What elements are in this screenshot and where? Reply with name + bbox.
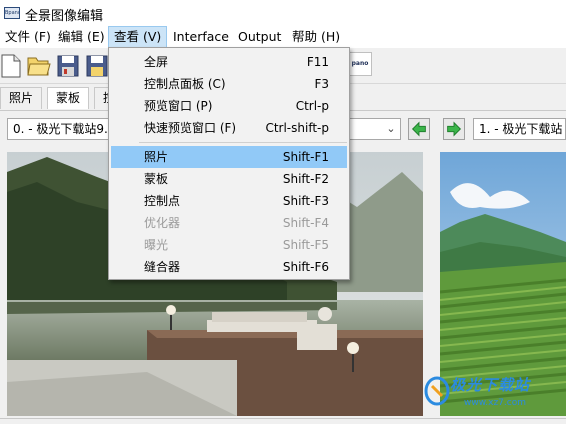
menu-item-exposure: 曝光 Shift-F5	[144, 238, 329, 252]
menu-item-control-point-panel[interactable]: 控制点面板 (C) F3	[111, 73, 347, 95]
menu-help[interactable]: 帮助 (H)	[287, 26, 345, 48]
menu-separator	[139, 142, 347, 143]
pano-logo: pano	[348, 52, 372, 76]
watermark: 极光下载站 www.xz7.com	[424, 372, 564, 416]
right-image-value: 1. - 极光下载站	[479, 122, 563, 136]
watermark-logo-icon	[424, 376, 450, 406]
panorama-app-icon: Bpano	[4, 7, 20, 19]
menu-item-optimizer: 优化器 Shift-F4	[144, 216, 329, 230]
menu-output[interactable]: Output	[233, 26, 286, 48]
menu-item-photos[interactable]: 照片 Shift-F1	[111, 146, 347, 168]
menu-item-mask[interactable]: 蒙板 Shift-F2	[111, 168, 347, 190]
view-menu-dropdown: 全屏 F11 控制点面板 (C) F3 预览窗口 (P) Ctrl-p 快速预览…	[108, 47, 350, 280]
right-image-select[interactable]: 1. - 极光下载站	[473, 118, 566, 140]
save-as-icon[interactable]	[84, 53, 110, 79]
tab-mask[interactable]: 蒙板	[47, 87, 90, 109]
menu-item-control-points[interactable]: 控制点 Shift-F3	[111, 190, 347, 212]
left-image-value: 0. - 极光下载站9.	[13, 122, 108, 136]
arrow-left-icon[interactable]	[408, 118, 430, 140]
window-title: 全景图像编辑	[25, 9, 104, 24]
menu-item-fast-preview-window[interactable]: 快速预览窗口 (F) Ctrl-shift-p	[111, 117, 347, 139]
menu-view[interactable]: 查看 (V)	[108, 26, 168, 48]
chevron-down-icon[interactable]: ⌄	[382, 119, 400, 139]
menu-interface[interactable]: Interface	[168, 26, 234, 48]
menu-item-preview-window[interactable]: 预览窗口 (P) Ctrl-p	[111, 95, 347, 117]
open-folder-icon[interactable]	[26, 53, 52, 79]
arrow-right-icon[interactable]	[443, 118, 465, 140]
menu-file[interactable]: 文件 (F)	[0, 26, 56, 48]
watermark-url: www.xz7.com	[464, 398, 526, 408]
watermark-text: 极光下载站	[450, 376, 531, 394]
status-strip	[0, 418, 566, 424]
menu-edit[interactable]: 编辑 (E)	[53, 26, 110, 48]
menu-item-fullscreen[interactable]: 全屏 F11	[111, 51, 347, 73]
tab-photos[interactable]: 照片	[0, 87, 43, 109]
menu-bar: 文件 (F) 编辑 (E) 查看 (V) Interface Output 帮助…	[0, 26, 566, 48]
save-icon[interactable]	[55, 53, 81, 79]
new-file-icon[interactable]	[0, 53, 24, 79]
title-bar: Bpano 全景图像编辑	[0, 0, 566, 26]
menu-item-stitcher[interactable]: 缝合器 Shift-F6	[111, 256, 347, 278]
